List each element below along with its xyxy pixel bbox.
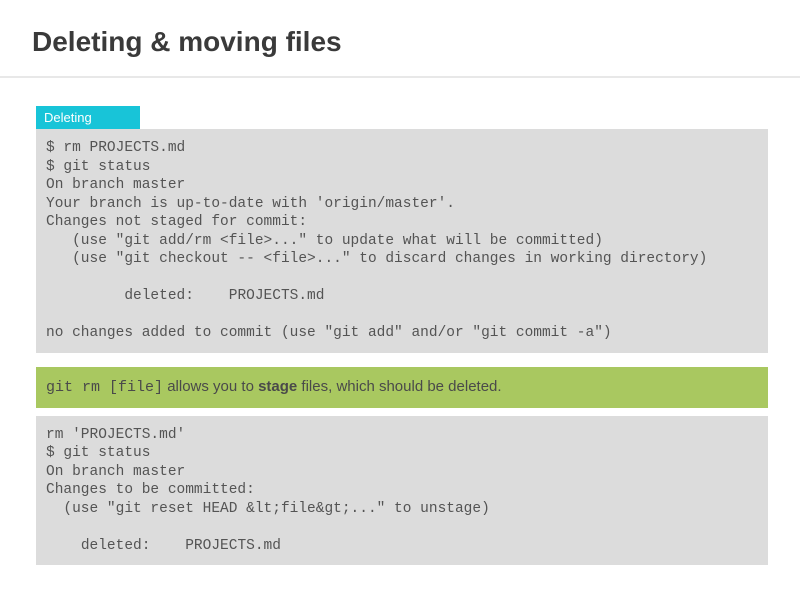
code-block-1: $ rm PROJECTS.md $ git status On branch … [36, 129, 768, 353]
hint-stage-word: stage [258, 378, 297, 395]
code-block-2: rm 'PROJECTS.md' $ git status On branch … [36, 416, 768, 566]
hint-text-after: files, which should be deleted. [297, 378, 501, 395]
hint-bar: git rm [file] allows you to stage files,… [36, 367, 768, 408]
hint-text-before: allows you to [163, 378, 258, 395]
hint-command: git rm [file] [46, 379, 163, 396]
content-area: Deleting $ rm PROJECTS.md $ git status O… [0, 78, 800, 565]
section-label-deleting: Deleting [36, 106, 140, 129]
page-title: Deleting & moving files [0, 0, 800, 78]
